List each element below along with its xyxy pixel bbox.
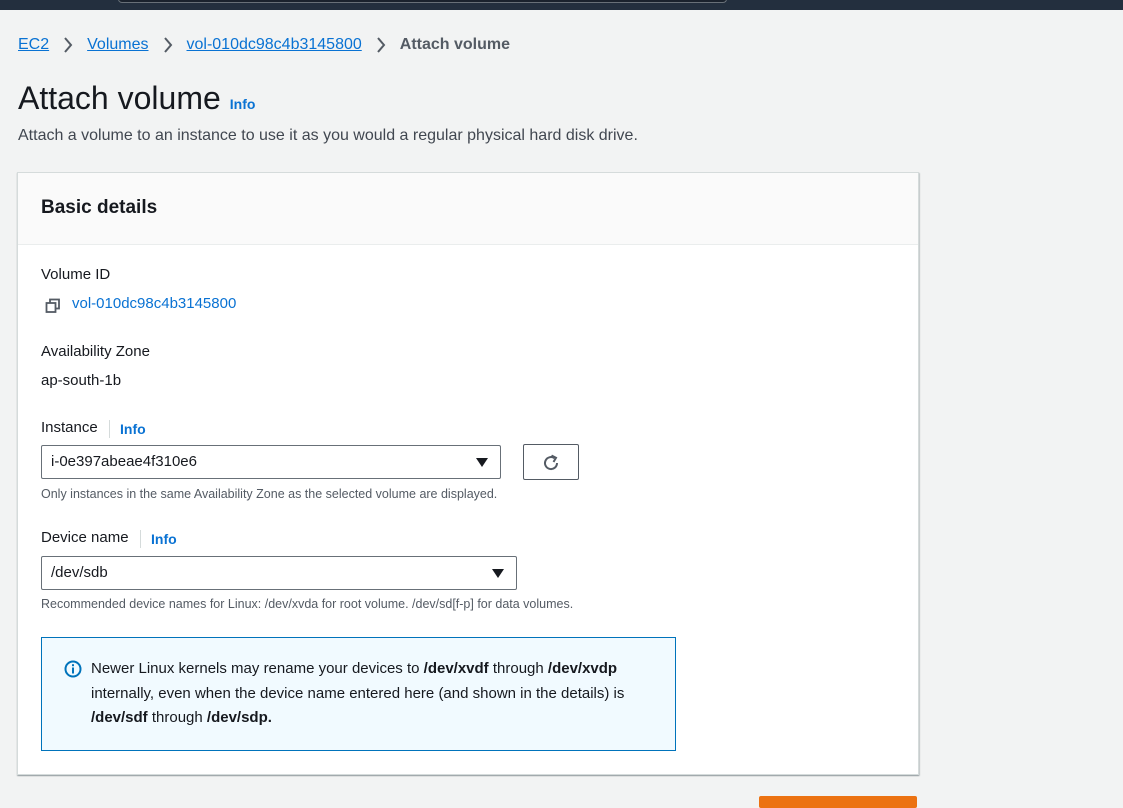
info-circle-icon bbox=[64, 660, 82, 678]
instance-label: Instance bbox=[41, 419, 98, 436]
availability-zone-value: ap-south-1b bbox=[41, 372, 122, 389]
panel-title: Basic details bbox=[41, 197, 158, 218]
breadcrumb-ec2[interactable]: EC2 bbox=[18, 36, 49, 54]
alert-code-sdf: /dev/sdf bbox=[91, 709, 148, 726]
alert-text-3: internally, even when the device name en… bbox=[91, 684, 625, 702]
refresh-icon bbox=[544, 454, 559, 471]
caret-down-icon bbox=[476, 458, 488, 467]
alert-text-2: through bbox=[488, 660, 548, 677]
alert-text-4: through bbox=[147, 709, 207, 726]
refresh-instances-button[interactable] bbox=[523, 444, 579, 480]
breadcrumb-volumes[interactable]: Volumes bbox=[87, 36, 148, 54]
device-name-hint: Recommended device names for Linux: /dev… bbox=[41, 597, 574, 611]
instance-select-value: i-0e397abeae4f310e6 bbox=[51, 453, 197, 470]
breadcrumb: EC2 Volumes vol-010dc98c4b3145800 Attach… bbox=[18, 34, 510, 56]
device-name-select[interactable]: /dev/sdb bbox=[41, 556, 517, 590]
alert-code-xvdp: /dev/xvdp bbox=[547, 660, 618, 677]
alert-code-sdp: /dev/sdp. bbox=[206, 709, 272, 726]
chevron-right-icon bbox=[49, 36, 87, 54]
caret-down-icon bbox=[492, 569, 504, 578]
breadcrumb-current: Attach volume bbox=[399, 36, 511, 53]
global-search-input[interactable] bbox=[118, 0, 727, 3]
basic-details-panel: Basic details Volume ID vol-010dc98c4b31… bbox=[17, 172, 919, 775]
page-description: Attach a volume to an instance to use it… bbox=[18, 127, 638, 144]
attach-volume-button[interactable] bbox=[759, 796, 917, 808]
chevron-right-icon bbox=[149, 36, 187, 54]
availability-zone-label: Availability Zone bbox=[41, 343, 150, 360]
alert-message: Newer Linux kernels may rename your devi… bbox=[91, 657, 661, 731]
device-name-value: /dev/sdb bbox=[51, 564, 108, 581]
volume-id-link[interactable]: vol-010dc98c4b3145800 bbox=[72, 295, 236, 312]
top-navigation-bar bbox=[0, 0, 1123, 10]
copy-icon[interactable] bbox=[45, 298, 61, 314]
instance-select[interactable]: i-0e397abeae4f310e6 bbox=[41, 445, 501, 479]
chevron-right-icon bbox=[362, 36, 400, 54]
page-title: Attach volume bbox=[18, 80, 221, 116]
page-info-link[interactable]: Info bbox=[230, 96, 256, 112]
instance-info-link[interactable]: Info bbox=[109, 420, 146, 438]
volume-id-label: Volume ID bbox=[41, 266, 111, 283]
alert-text-1: Newer Linux kernels may rename your devi… bbox=[91, 660, 424, 677]
page-header: Attach volume Info bbox=[18, 80, 255, 117]
panel-header: Basic details bbox=[18, 173, 918, 245]
device-info-link[interactable]: Info bbox=[140, 530, 177, 548]
breadcrumb-volume-id[interactable]: vol-010dc98c4b3145800 bbox=[187, 36, 362, 54]
device-name-label: Device name bbox=[41, 529, 129, 546]
instance-hint: Only instances in the same Availability … bbox=[41, 487, 498, 501]
info-alert: Newer Linux kernels may rename your devi… bbox=[41, 637, 676, 751]
alert-code-xvdf: /dev/xvdf bbox=[423, 660, 489, 677]
